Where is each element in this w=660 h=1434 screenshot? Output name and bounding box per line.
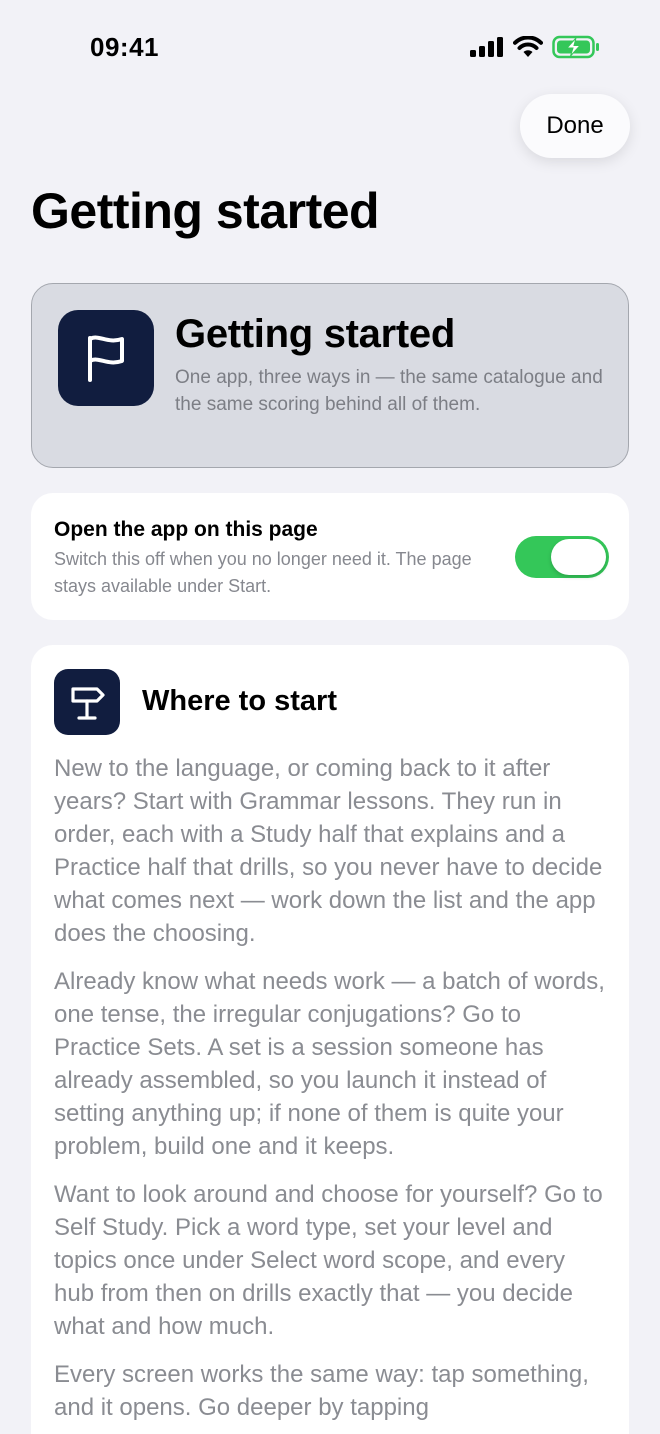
paragraph: Every screen works the same way: tap som…	[54, 1361, 589, 1421]
hero-icon-tile	[58, 310, 154, 406]
section-heading: Where to start	[142, 685, 337, 717]
startup-toggle-card: Open the app on this page Switch this of…	[31, 493, 629, 620]
where-to-start-card: Where to start New to the language, or c…	[31, 645, 629, 1434]
flag-icon	[88, 335, 124, 382]
section-icon-tile	[54, 669, 120, 735]
section-body: New to the language, or coming back to i…	[54, 752, 610, 1434]
battery-charging-icon	[552, 35, 599, 59]
toggle-description: Switch this off when you no longer need …	[54, 549, 472, 596]
toggle-title: Open the app on this page	[54, 518, 318, 541]
done-button[interactable]: Done	[520, 94, 630, 158]
paragraph: Already know what needs work — a batch o…	[54, 968, 605, 1160]
cellular-signal-icon	[470, 37, 503, 57]
hero-card: Getting started One app, three ways in —…	[31, 283, 629, 468]
switch-knob	[551, 539, 606, 575]
signpost-icon	[71, 687, 105, 720]
paragraph: Want to look around and choose for yours…	[54, 1181, 603, 1340]
open-on-page-switch[interactable]	[515, 536, 609, 578]
wifi-icon	[513, 36, 543, 57]
screen: 09:41 Done Getting started Getting start…	[0, 0, 660, 1434]
page-title: Getting started	[31, 183, 380, 239]
status-time: 09:41	[90, 32, 159, 62]
paragraph: New to the language, or coming back to i…	[54, 755, 603, 947]
hero-title: Getting started	[175, 312, 455, 356]
status-icons	[470, 35, 600, 59]
hero-subtitle: One app, three ways in — the same catalo…	[175, 367, 603, 415]
